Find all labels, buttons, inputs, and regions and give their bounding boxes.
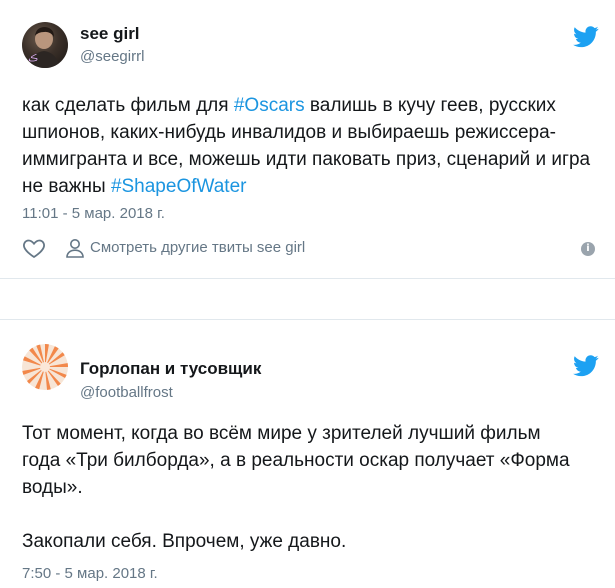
info-icon[interactable]: i	[581, 242, 595, 256]
avatar[interactable]	[22, 344, 68, 390]
more-tweets-link[interactable]: Смотреть другие твиты see girl	[90, 239, 305, 256]
tweet-paragraph: Тот момент, когда во всём мире у зрителе…	[22, 423, 570, 498]
avatar[interactable]: ڪ	[22, 22, 68, 68]
tweet-paragraph: Закопали себя. Впрочем, уже давно.	[22, 531, 347, 552]
tweet-text: как сделать фильм для #Oscars валишь в к…	[22, 92, 597, 200]
tweet-actions: Смотреть другие твиты see girl i	[22, 236, 597, 262]
author-name[interactable]: see girl	[80, 24, 140, 44]
tweet-timestamp[interactable]: 7:50 - 5 мар. 2018 г.	[22, 565, 158, 582]
tweet-card: ڪ see girl @seegirrl как сделать фильм д…	[0, 0, 615, 279]
author-handle[interactable]: @footballfrost	[80, 384, 173, 401]
author-handle[interactable]: @seegirrl	[80, 48, 144, 65]
tweet-timestamp[interactable]: 11:01 - 5 мар. 2018 г.	[22, 205, 165, 222]
sunburst-avatar	[22, 344, 68, 390]
hashtag-link[interactable]: #ShapeOfWater	[111, 176, 247, 197]
hashtag-link[interactable]: #Oscars	[234, 95, 305, 116]
person-icon[interactable]	[64, 237, 86, 259]
avatar-watermark: ڪ	[28, 53, 38, 63]
heart-icon[interactable]	[22, 236, 46, 260]
twitter-bird-icon[interactable]	[573, 355, 599, 377]
author-name[interactable]: Горлопан и тусовщик	[80, 359, 261, 379]
tweet-text-part: как сделать фильм для	[22, 95, 234, 116]
tweet-text: Тот момент, когда во всём мире у зрителе…	[22, 420, 582, 555]
tweet-card: Горлопан и тусовщик @footballfrost Тот м…	[0, 319, 615, 588]
twitter-bird-icon[interactable]	[573, 26, 599, 48]
